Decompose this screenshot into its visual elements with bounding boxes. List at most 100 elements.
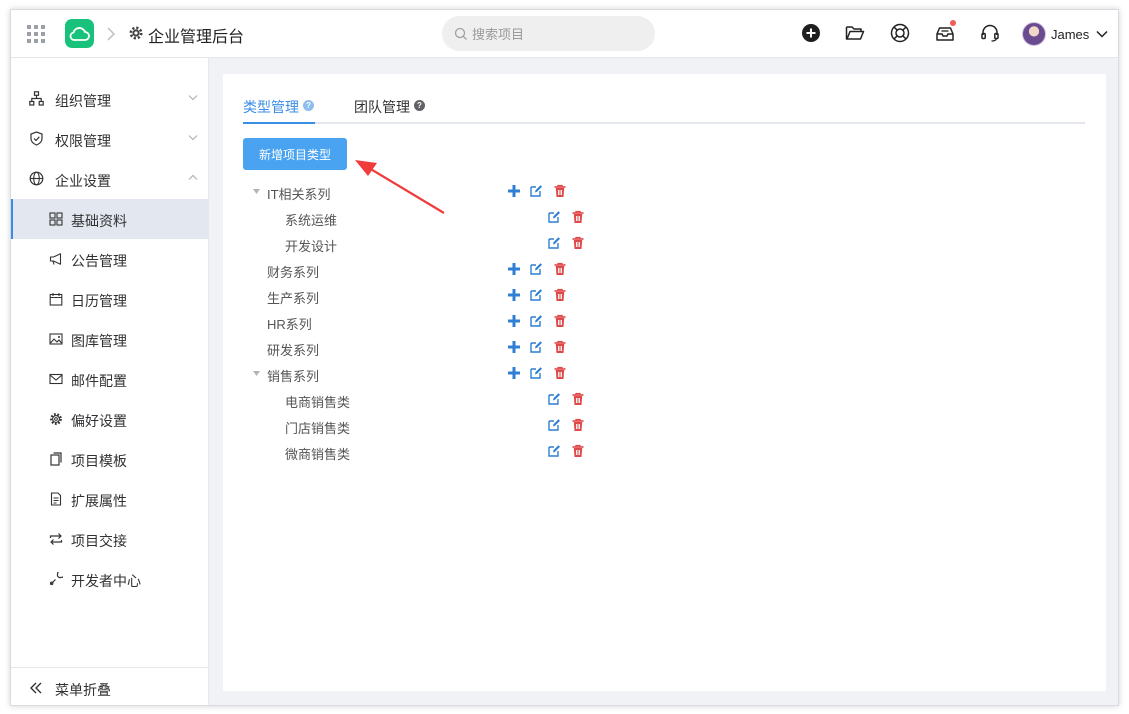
sidebar-item-extended-attributes[interactable]: 扩展属性 xyxy=(11,479,209,519)
tree-node[interactable]: 开发设计 xyxy=(223,231,1106,257)
edit-icon[interactable] xyxy=(547,210,561,224)
sidebar-item-project-handover[interactable]: 项目交接 xyxy=(11,519,209,559)
sidebar-item-label: 项目交接 xyxy=(71,533,127,549)
sidebar-item-label: 邮件配置 xyxy=(71,373,127,389)
help-icon[interactable]: ? xyxy=(303,100,314,111)
tree-node[interactable]: 生产系列 xyxy=(223,283,1106,309)
sidebar-item-gallery[interactable]: 图库管理 xyxy=(11,319,209,359)
trash-icon[interactable] xyxy=(571,236,585,250)
user-menu[interactable]: James xyxy=(1022,20,1108,48)
help-lifebuoy-icon[interactable] xyxy=(889,22,911,44)
trash-icon[interactable] xyxy=(571,392,585,406)
edit-icon[interactable] xyxy=(547,444,561,458)
tree-node[interactable]: 门店销售类 xyxy=(223,413,1106,439)
tree-node-label: 微商销售类 xyxy=(285,447,351,462)
sidebar-item-project-template[interactable]: 项目模板 xyxy=(11,439,209,479)
trash-icon[interactable] xyxy=(571,210,585,224)
tab-team-management[interactable]: 团队管理 ? xyxy=(354,97,425,124)
sidebar-group-enterprise-settings[interactable]: 企业设置 xyxy=(11,159,209,199)
tree-node-label: 生产系列 xyxy=(267,291,320,306)
notification-dot xyxy=(950,20,956,26)
chevron-down-icon xyxy=(188,95,198,101)
plus-icon[interactable] xyxy=(507,366,521,380)
sidebar-item-label: 偏好设置 xyxy=(71,413,127,429)
user-name: James xyxy=(1051,26,1090,42)
menu-collapse-button[interactable]: 菜单折叠 xyxy=(11,667,209,705)
edit-icon[interactable] xyxy=(547,236,561,250)
plus-icon[interactable] xyxy=(507,314,521,328)
tree-node[interactable]: IT相关系列 xyxy=(223,179,1106,205)
breadcrumb-chevron-icon xyxy=(107,27,116,41)
sidebar-item-calendar[interactable]: 日历管理 xyxy=(11,279,209,319)
tree-node-label: 销售系列 xyxy=(267,369,320,384)
chevron-up-icon xyxy=(188,174,198,180)
edit-icon[interactable] xyxy=(529,288,543,302)
sidebar-group-label: 企业设置 xyxy=(55,173,111,189)
chevron-down-icon xyxy=(1096,30,1108,38)
folder-open-icon[interactable] xyxy=(844,22,866,44)
tree-node[interactable]: 财务系列 xyxy=(223,257,1106,283)
top-header: 企业管理后台 搜索项目 James xyxy=(11,10,1118,58)
tree-node[interactable]: 微商销售类 xyxy=(223,439,1106,465)
sidebar-item-label: 日历管理 xyxy=(71,293,127,309)
plus-icon[interactable] xyxy=(507,288,521,302)
sidebar-item-developer-center[interactable]: 开发者中心 xyxy=(11,559,209,599)
edit-icon[interactable] xyxy=(529,314,543,328)
sidebar-item-label: 图库管理 xyxy=(71,333,127,349)
search-input[interactable] xyxy=(472,24,642,44)
org-chart-icon xyxy=(29,91,44,106)
tree-node-label: 门店销售类 xyxy=(285,421,351,436)
tree-node-label: 财务系列 xyxy=(267,265,320,280)
tree-node[interactable]: 销售系列 xyxy=(223,361,1106,387)
edit-icon[interactable] xyxy=(547,392,561,406)
trash-icon[interactable] xyxy=(553,314,567,328)
trash-icon[interactable] xyxy=(571,444,585,458)
plus-icon[interactable] xyxy=(507,262,521,276)
shield-icon xyxy=(30,131,43,146)
document-icon xyxy=(50,492,62,506)
trash-icon[interactable] xyxy=(553,184,567,198)
tree-node[interactable]: 研发系列 xyxy=(223,335,1106,361)
trash-icon[interactable] xyxy=(553,366,567,380)
edit-icon[interactable] xyxy=(547,418,561,432)
sidebar-item-basic-data[interactable]: 基础资料 xyxy=(11,199,209,239)
caret-down-icon[interactable] xyxy=(253,371,260,376)
tree-node[interactable]: 电商销售类 xyxy=(223,387,1106,413)
add-circle-icon[interactable] xyxy=(800,22,822,44)
edit-icon[interactable] xyxy=(529,184,543,198)
headset-icon[interactable] xyxy=(979,22,1001,44)
tree-node[interactable]: HR系列 xyxy=(223,309,1106,335)
gear-icon xyxy=(129,26,143,40)
sidebar-item-mail-config[interactable]: 邮件配置 xyxy=(11,359,209,399)
trash-icon[interactable] xyxy=(553,262,567,276)
edit-icon[interactable] xyxy=(529,262,543,276)
apps-grid-icon[interactable] xyxy=(27,25,45,43)
sidebar-group-permissions[interactable]: 权限管理 xyxy=(11,119,209,159)
main-panel: 类型管理 ? 团队管理 ? 新增项目类型 IT相关系列 系统运维 开发设计财务系列生… xyxy=(223,74,1106,691)
add-project-type-button[interactable]: 新增项目类型 xyxy=(243,138,347,170)
trash-icon[interactable] xyxy=(553,340,567,354)
plus-icon[interactable] xyxy=(507,340,521,354)
sidebar-item-preferences[interactable]: 偏好设置 xyxy=(11,399,209,439)
megaphone-icon xyxy=(49,253,62,265)
trash-icon[interactable] xyxy=(571,418,585,432)
copy-icon xyxy=(50,452,62,466)
tree-node[interactable]: 系统运维 xyxy=(223,205,1106,231)
tab-label: 类型管理 xyxy=(243,99,299,115)
edit-icon[interactable] xyxy=(529,340,543,354)
search-box[interactable] xyxy=(442,16,655,51)
settings-icon xyxy=(50,413,62,425)
tool-icon xyxy=(49,572,63,586)
sidebar-group-label: 权限管理 xyxy=(55,133,111,149)
globe-icon xyxy=(29,171,44,186)
plus-icon[interactable] xyxy=(507,184,521,198)
tab-type-management[interactable]: 类型管理 ? xyxy=(243,97,314,124)
trash-icon[interactable] xyxy=(553,288,567,302)
help-icon[interactable]: ? xyxy=(414,100,425,111)
caret-down-icon[interactable] xyxy=(253,189,260,194)
sidebar-item-announcements[interactable]: 公告管理 xyxy=(11,239,209,279)
edit-icon[interactable] xyxy=(529,366,543,380)
sidebar-item-label: 项目模板 xyxy=(71,453,127,469)
sidebar-group-org[interactable]: 组织管理 xyxy=(11,79,209,119)
cloud-logo-icon[interactable] xyxy=(65,19,94,48)
